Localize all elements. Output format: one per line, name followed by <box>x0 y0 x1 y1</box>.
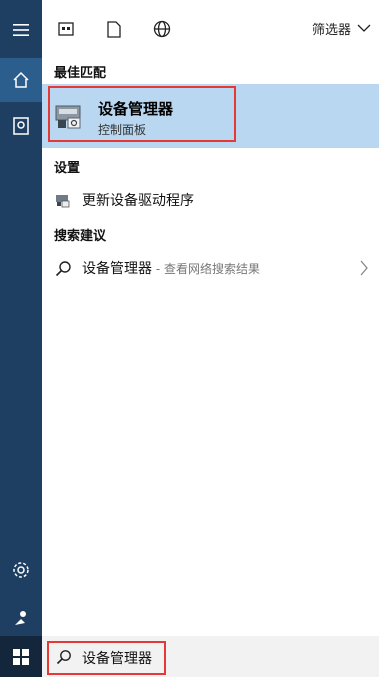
web-suggestion-item[interactable]: 设备管理器 - 查看网络搜索结果 <box>42 252 379 284</box>
windows-start-icon <box>13 648 29 665</box>
search-icon <box>56 650 71 665</box>
settings-result-item[interactable]: 更新设备驱动程序 <box>42 184 379 216</box>
apps-icon <box>58 22 74 36</box>
device-manager-icon <box>55 105 81 129</box>
notebook-icon <box>13 117 29 135</box>
apps-filter-button[interactable] <box>56 19 76 39</box>
chevron-down-icon <box>357 24 371 32</box>
results-toolbar: 筛选器 <box>42 0 379 58</box>
documents-filter-button[interactable] <box>104 19 124 39</box>
best-match-subtitle: 控制面板 <box>98 123 147 137</box>
best-match-title: 设备管理器 <box>98 100 174 118</box>
suggestions-heading: 搜索建议 <box>54 229 107 244</box>
notebook-button[interactable] <box>0 104 42 148</box>
settings-icon <box>13 562 29 578</box>
suggestion-label: 设备管理器 <box>82 261 152 277</box>
settings-button[interactable] <box>0 548 42 592</box>
search-input[interactable]: 设备管理器 <box>82 648 152 668</box>
hamburger-menu-icon <box>13 24 29 36</box>
settings-result-label: 更新设备驱动程序 <box>82 193 194 209</box>
home-button[interactable] <box>0 58 42 102</box>
hamburger-menu-button[interactable] <box>0 8 42 52</box>
settings-heading: 设置 <box>54 161 81 176</box>
suggestion-hint: - 查看网络搜索结果 <box>152 262 260 276</box>
web-filter-button[interactable] <box>152 19 172 39</box>
device-settings-icon <box>54 191 72 209</box>
web-icon <box>153 20 171 38</box>
start-rail <box>0 0 42 677</box>
feedback-button[interactable] <box>0 596 42 640</box>
filter-dropdown[interactable]: 筛选器 <box>312 19 371 38</box>
chevron-right-icon[interactable] <box>359 260 369 276</box>
search-box[interactable]: 设备管理器 <box>42 636 379 677</box>
document-icon <box>107 20 121 38</box>
feedback-icon <box>15 611 26 625</box>
best-match-result[interactable]: 设备管理器 控制面板 <box>42 84 379 148</box>
search-icon <box>54 259 72 277</box>
home-icon <box>13 71 29 88</box>
windows-start-button[interactable] <box>0 636 42 677</box>
best-match-heading: 最佳匹配 <box>54 66 107 81</box>
search-results-panel: 筛选器 最佳匹配 设备管理器 控制面板 设置 更新设备驱动程序 搜索建议 设备管… <box>42 0 379 636</box>
filter-label: 筛选器 <box>311 23 351 38</box>
